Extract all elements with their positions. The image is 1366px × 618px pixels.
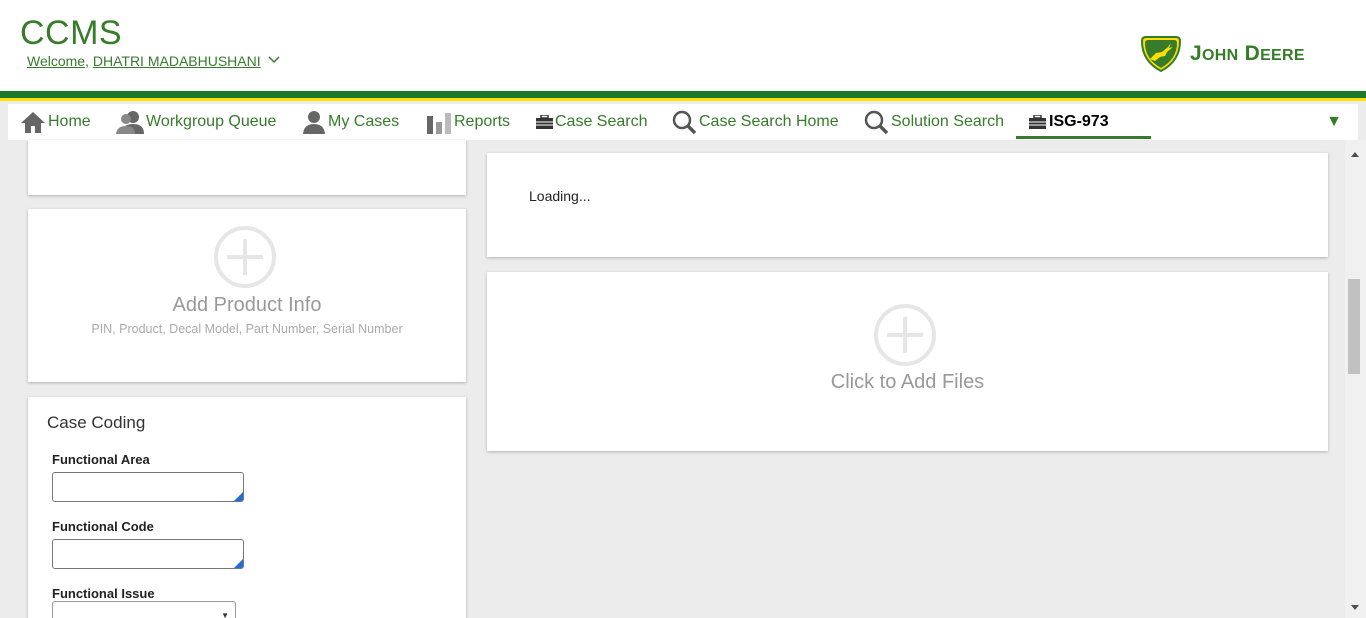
- nav-overflow-button[interactable]: ▼: [1326, 113, 1342, 131]
- nav-case-search-home[interactable]: Case Search Home: [672, 104, 839, 140]
- add-files-title: Click to Add Files: [830, 371, 985, 393]
- add-circle-icon[interactable]: [213, 225, 277, 289]
- tab-isg-973[interactable]: ISG-973: [1016, 104, 1151, 140]
- dropdown-arrow-icon: ▼: [221, 611, 229, 618]
- user-name[interactable]: DHATRI MADABHUSHANI: [93, 53, 261, 69]
- nav-solution-search-label: Solution Search: [891, 113, 1004, 130]
- nav-my-cases[interactable]: My Cases: [302, 104, 399, 140]
- header-stripe-yellow: [0, 98, 1366, 101]
- add-product-title: Add Product Info: [172, 294, 322, 316]
- app-title: CCMS: [20, 14, 123, 52]
- welcome-prefix: Welcome,: [27, 53, 89, 69]
- john-deere-logo: JOHN DEERE: [1140, 35, 1305, 73]
- search-icon: [864, 110, 889, 134]
- functional-area-input[interactable]: [52, 472, 244, 502]
- loading-text: Loading...: [529, 188, 591, 204]
- nav-my-cases-label: My Cases: [328, 113, 400, 130]
- functional-area-label: Functional Area: [52, 452, 150, 467]
- top-left-card: [28, 140, 466, 195]
- app-header: CCMS Welcome, DHATRI MADABHUSHANI JOHN D…: [0, 0, 1366, 91]
- briefcase-icon: [1029, 115, 1046, 129]
- functional-code-input[interactable]: [52, 539, 244, 569]
- tab-isg-973-label: ISG-973: [1049, 113, 1109, 130]
- brand-name: JOHN DEERE: [1190, 42, 1305, 65]
- nav-case-search-home-label: Case Search Home: [699, 113, 839, 130]
- functional-code-label: Functional Code: [52, 519, 154, 534]
- nav-workgroup-queue-label: Workgroup Queue: [146, 113, 277, 130]
- chevron-down-icon[interactable]: [268, 55, 280, 65]
- welcome-menu[interactable]: Welcome, DHATRI MADABHUSHANI: [27, 53, 280, 69]
- active-tab-indicator: [1016, 136, 1151, 139]
- user-icon: [303, 111, 325, 134]
- add-product-subtitle: PIN, Product, Decal Model, Part Number, …: [91, 322, 403, 336]
- case-coding-title: Case Coding: [47, 413, 146, 432]
- nav-case-search-label: Case Search: [555, 113, 648, 130]
- deer-logo-icon: [1140, 36, 1182, 73]
- nav-workgroup-queue[interactable]: Workgroup Queue: [116, 104, 276, 140]
- briefcase-icon: [536, 115, 553, 129]
- nav-reports[interactable]: Reports: [426, 104, 510, 140]
- vertical-scrollbar[interactable]: [1345, 140, 1366, 618]
- nav-reports-label: Reports: [454, 113, 511, 130]
- search-icon: [672, 110, 697, 134]
- functional-issue-label: Functional Issue: [52, 586, 155, 601]
- add-files-card[interactable]: Click to Add Files: [487, 272, 1328, 451]
- main-nav: Home Workgroup Queue My Cases Reports Ca…: [8, 104, 1358, 140]
- scrollbar-thumb[interactable]: [1348, 279, 1360, 374]
- bar-chart-icon: [427, 113, 451, 134]
- add-product-card[interactable]: Add Product Info PIN, Product, Decal Mod…: [28, 209, 466, 382]
- functional-issue-select[interactable]: ▼: [52, 601, 236, 618]
- nav-home-label: Home: [48, 113, 91, 130]
- loading-card: Loading...: [487, 153, 1328, 257]
- nav-solution-search[interactable]: Solution Search: [864, 104, 1004, 140]
- nav-case-search[interactable]: Case Search: [536, 104, 648, 140]
- workgroup-icon: [116, 111, 144, 134]
- scroll-up-icon[interactable]: [1351, 152, 1359, 157]
- nav-home[interactable]: Home: [20, 104, 91, 140]
- home-icon: [21, 112, 45, 133]
- case-coding-card: Case Coding Functional Area Functional C…: [28, 397, 466, 618]
- scroll-down-icon[interactable]: [1351, 605, 1359, 610]
- add-circle-icon[interactable]: [873, 303, 937, 367]
